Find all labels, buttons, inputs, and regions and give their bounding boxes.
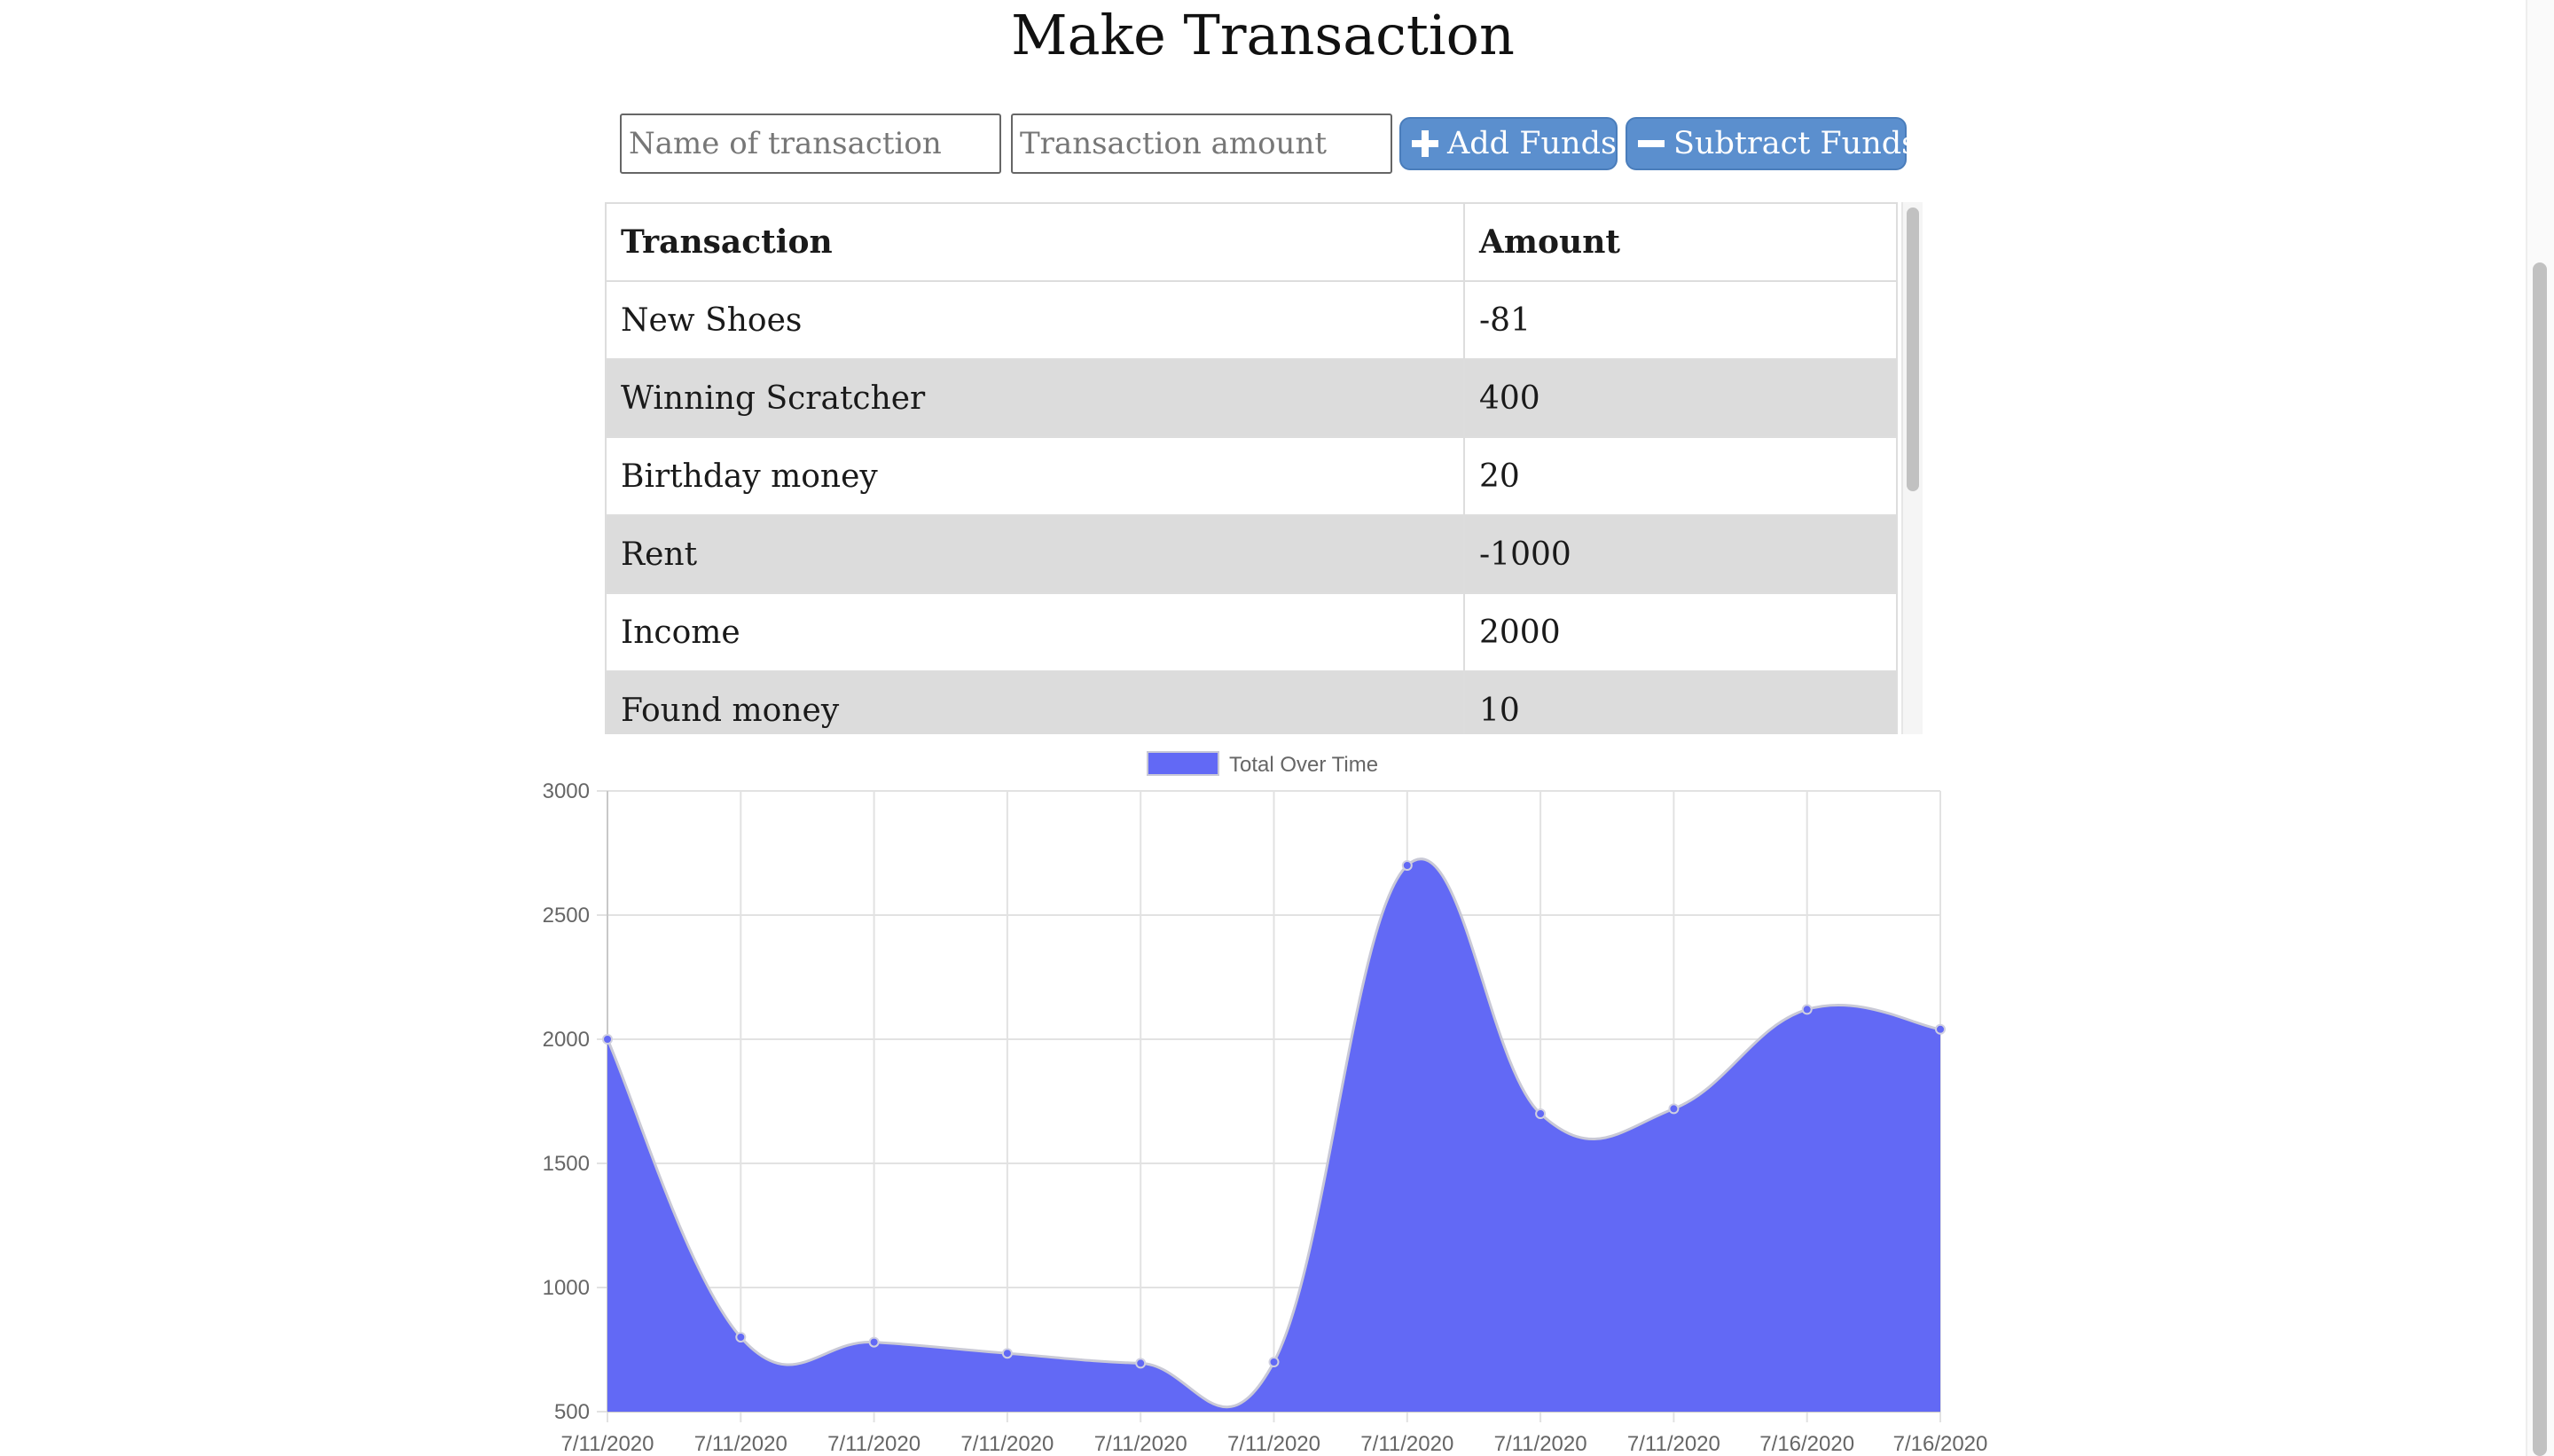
add-funds-label: Add Funds <box>1447 126 1617 161</box>
data-point <box>1135 1358 1147 1369</box>
y-tick-label: 500 <box>554 1400 590 1424</box>
add-funds-button[interactable]: Add Funds <box>1399 117 1618 170</box>
y-tick-label: 1500 <box>543 1152 590 1176</box>
transaction-name: Rent <box>605 514 1465 594</box>
transaction-amount: -1000 <box>1463 514 1898 594</box>
transaction-name: Winning Scratcher <box>605 358 1465 438</box>
total-over-time-chart: 500 1000 1500 2000 2500 3000 7/11/2020 7/11/202… <box>543 751 1988 1456</box>
table-row: Winning Scratcher 400 <box>605 358 1898 438</box>
transaction-name: New Shoes <box>605 280 1465 360</box>
data-point <box>602 1034 613 1045</box>
x-tick-label: 7/11/2020 <box>827 1432 921 1456</box>
data-point <box>1268 1357 1280 1367</box>
transaction-name: Found money <box>605 670 1465 734</box>
x-tick-label: 7/11/2020 <box>561 1432 654 1456</box>
transactions-table: Transaction Amount New Shoes -81 Winning… <box>605 202 1898 734</box>
x-tick-label: 7/11/2020 <box>1494 1432 1587 1456</box>
transaction-name: Birthday money <box>605 436 1465 516</box>
table-row: Rent -1000 <box>605 514 1898 594</box>
transaction-amount: -81 <box>1463 280 1898 360</box>
header-transaction: Transaction <box>605 202 1465 282</box>
data-point <box>1401 860 1413 871</box>
y-tick-label: 2000 <box>543 1028 590 1052</box>
data-point <box>868 1336 880 1348</box>
data-point <box>735 1332 747 1342</box>
table-row: Income 2000 <box>605 592 1898 672</box>
data-point <box>1535 1108 1547 1119</box>
transaction-amount: 20 <box>1463 436 1898 516</box>
y-tick-label: 1000 <box>543 1276 590 1300</box>
data-point <box>1801 1004 1813 1015</box>
transaction-name: Income <box>605 592 1465 672</box>
x-tick-label: 7/11/2020 <box>960 1432 1054 1456</box>
x-tick-label: 7/16/2020 <box>1759 1432 1854 1456</box>
x-tick-label: 7/11/2020 <box>1094 1432 1187 1456</box>
transaction-amount-input[interactable] <box>1011 114 1392 174</box>
header-amount: Amount <box>1463 202 1898 282</box>
transaction-amount: 2000 <box>1463 592 1898 672</box>
transaction-amount: 400 <box>1463 358 1898 438</box>
subtract-funds-label: Subtract Funds <box>1673 126 1918 161</box>
page-title: Make Transaction <box>1011 3 1515 67</box>
data-point <box>1935 1023 1946 1035</box>
x-tick-label: 7/16/2020 <box>1893 1432 1988 1456</box>
subtract-funds-button[interactable]: Subtract Funds <box>1626 117 1917 170</box>
table-row: Birthday money 20 <box>605 436 1898 516</box>
x-tick-label: 7/11/2020 <box>1627 1432 1720 1456</box>
transactions-table-container[interactable]: Transaction Amount New Shoes -81 Winning… <box>605 202 1923 734</box>
table-scrollbar-thumb[interactable] <box>1907 207 1919 491</box>
x-tick-label: 7/11/2020 <box>1227 1432 1320 1456</box>
x-tick-label: 7/11/2020 <box>694 1432 787 1456</box>
plus-icon <box>1412 130 1438 157</box>
page-scrollbar-thumb[interactable] <box>2533 262 2547 1456</box>
table-row: New Shoes -81 <box>605 280 1898 360</box>
minus-icon <box>1638 140 1665 147</box>
transaction-amount: 10 <box>1463 670 1898 734</box>
data-point <box>1668 1103 1680 1115</box>
legend-swatch <box>1147 751 1219 776</box>
table-header-row: Transaction Amount <box>605 202 1898 282</box>
y-tick-label: 3000 <box>543 779 590 803</box>
table-row: Found money 10 <box>605 670 1898 734</box>
x-tick-label: 7/11/2020 <box>1360 1432 1453 1456</box>
legend-label: Total Over Time <box>1229 753 1378 777</box>
data-point <box>1001 1348 1013 1359</box>
y-tick-label: 2500 <box>543 904 590 928</box>
transaction-name-input[interactable] <box>620 114 1001 174</box>
